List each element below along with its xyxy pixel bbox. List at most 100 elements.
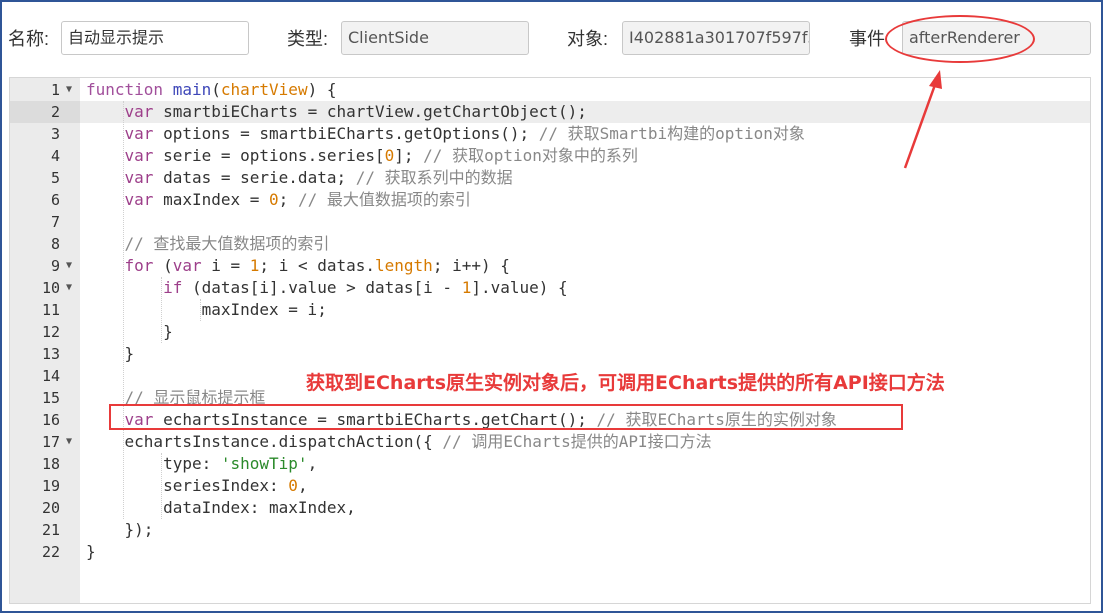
- line-number: 9: [50, 257, 60, 275]
- code-text: for (var i = 1; i < datas.length; i++) {: [86, 255, 510, 277]
- line-number: 22: [41, 543, 60, 561]
- code-text: }: [86, 541, 96, 563]
- annotation-text: 获取到ECharts原生实例对象后，可调用ECharts提供的所有API接口方法: [306, 372, 945, 394]
- code-line[interactable]: 8 // 查找最大值数据项的索引: [10, 233, 1090, 255]
- line-number: 17: [41, 433, 60, 451]
- line-number: 2: [50, 103, 60, 121]
- code-token: }: [86, 542, 96, 561]
- code-text: }: [86, 321, 173, 343]
- code-token: });: [124, 520, 154, 539]
- code-token: length: [375, 256, 433, 275]
- code-token: ].value) {: [471, 278, 568, 297]
- code-text: });: [86, 519, 154, 541]
- code-token: var: [124, 168, 154, 187]
- code-line[interactable]: 7: [10, 211, 1090, 233]
- line-number-cell: 7: [10, 211, 80, 233]
- line-number-cell: 2: [10, 101, 80, 123]
- line-number-cell: 1 ▼: [10, 79, 80, 101]
- code-line[interactable]: 20 dataIndex: maxIndex,: [10, 497, 1090, 519]
- code-token: serie = options.series[: [153, 146, 385, 165]
- code-token: var: [124, 190, 154, 209]
- code-token: 0: [269, 190, 279, 209]
- code-line[interactable]: 19 seriesIndex: 0,: [10, 475, 1090, 497]
- code-token: ; i < datas.: [259, 256, 376, 275]
- name-label: 名称:: [8, 29, 50, 49]
- line-number: 4: [50, 147, 60, 165]
- code-token: // 获取系列中的数据: [355, 168, 513, 187]
- code-token: var: [172, 256, 202, 275]
- line-number: 20: [41, 499, 60, 517]
- line-number: 3: [50, 125, 60, 143]
- code-line[interactable]: 6 var maxIndex = 0; // 最大值数据项的索引: [10, 189, 1090, 211]
- fold-arrow-icon[interactable]: ▼: [66, 277, 76, 299]
- line-number-cell: 6: [10, 189, 80, 211]
- line-number-cell: 3: [10, 123, 80, 145]
- fold-arrow-icon[interactable]: ▼: [66, 255, 76, 277]
- type-input[interactable]: ClientSide: [341, 21, 529, 55]
- code-token: (datas[i].value > datas[i -: [182, 278, 462, 297]
- line-number-cell: 22: [10, 541, 80, 563]
- code-token: // 获取option对象中的系列: [423, 146, 638, 165]
- code-token: if: [163, 278, 183, 297]
- annotation-highlight-box: [109, 404, 903, 430]
- code-line[interactable]: 12 }: [10, 321, 1090, 343]
- code-area[interactable]: 1 ▼ function main(chartView) {2 var smartb…: [10, 78, 1090, 603]
- line-number: 8: [50, 235, 60, 253]
- line-number-cell: 12: [10, 321, 80, 343]
- code-editor[interactable]: 1 ▼ function main(chartView) {2 var smartb…: [9, 77, 1091, 604]
- code-token: var: [124, 146, 154, 165]
- line-number-cell: 17 ▼: [10, 431, 80, 453]
- code-line[interactable]: 4 var serie = options.series[0]; // 获取op…: [10, 145, 1090, 167]
- code-line[interactable]: 22}: [10, 541, 1090, 563]
- fold-arrow-icon[interactable]: ▼: [66, 431, 76, 453]
- code-token: seriesIndex:: [163, 476, 289, 495]
- code-line[interactable]: 3 var options = smartbiECharts.getOption…: [10, 123, 1090, 145]
- code-text: var smartbiECharts = chartView.getChartO…: [86, 101, 587, 123]
- line-number: 10: [41, 279, 60, 297]
- indent-guide: [122, 101, 125, 519]
- code-text: seriesIndex: 0,: [86, 475, 308, 497]
- code-token: echartsInstance.dispatchAction({: [124, 432, 443, 451]
- code-line[interactable]: 1 ▼ function main(chartView) {: [10, 79, 1090, 101]
- fold-arrow-icon[interactable]: ▼: [66, 79, 76, 101]
- line-number-cell: 11: [10, 299, 80, 321]
- line-number: 19: [41, 477, 60, 495]
- code-token: ) {: [307, 80, 337, 99]
- code-line[interactable]: 18 type: 'showTip',: [10, 453, 1090, 475]
- code-line[interactable]: 21 });: [10, 519, 1090, 541]
- type-label: 类型:: [287, 29, 329, 49]
- line-number: 7: [50, 213, 60, 231]
- code-line[interactable]: 11 maxIndex = i;: [10, 299, 1090, 321]
- line-number-cell: 4: [10, 145, 80, 167]
- line-number: 11: [41, 301, 60, 319]
- code-text: echartsInstance.dispatchAction({ // 调用EC…: [86, 431, 712, 453]
- code-token: // 最大值数据项的索引: [297, 190, 471, 209]
- name-input[interactable]: 自动显示提示: [61, 21, 249, 55]
- code-line[interactable]: 17 ▼ echartsInstance.dispatchAction({ // …: [10, 431, 1090, 453]
- indent-guide: [161, 277, 163, 343]
- code-text: }: [86, 343, 135, 365]
- line-number-cell: 15: [10, 387, 80, 409]
- code-token: 'showTip': [220, 454, 308, 473]
- code-text: var maxIndex = 0; // 最大值数据项的索引: [86, 189, 471, 211]
- code-token: (: [153, 256, 173, 275]
- object-input[interactable]: I402881a301707f597f5: [622, 21, 810, 55]
- line-number: 18: [41, 455, 60, 473]
- line-number: 12: [41, 323, 60, 341]
- line-number: 14: [41, 367, 60, 385]
- code-line[interactable]: 9 ▼ for (var i = 1; i < datas.length; i++…: [10, 255, 1090, 277]
- code-token: // 调用ECharts提供的API接口方法: [442, 432, 712, 451]
- code-token: maxIndex =: [153, 190, 270, 209]
- code-text: var datas = serie.data; // 获取系列中的数据: [86, 167, 513, 189]
- code-line[interactable]: 13 }: [10, 343, 1090, 365]
- code-text: var options = smartbiECharts.getOptions(…: [86, 123, 805, 145]
- code-line[interactable]: 5 var datas = serie.data; // 获取系列中的数据: [10, 167, 1090, 189]
- code-token: 1: [249, 256, 260, 275]
- code-line[interactable]: 2 var smartbiECharts = chartView.getChar…: [10, 101, 1090, 123]
- code-text: function main(chartView) {: [86, 79, 336, 101]
- object-label: 对象:: [567, 29, 609, 49]
- code-line[interactable]: 10 ▼ if (datas[i].value > datas[i - 1].va…: [10, 277, 1090, 299]
- line-number-cell: 10 ▼: [10, 277, 80, 299]
- code-token: var: [124, 102, 154, 121]
